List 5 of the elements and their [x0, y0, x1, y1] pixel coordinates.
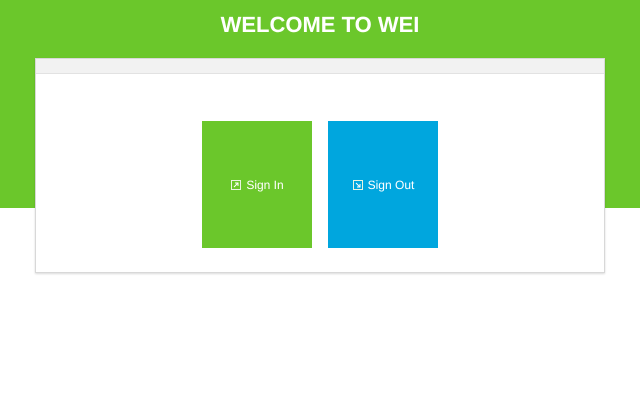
- arrow-box-icon: [352, 178, 364, 190]
- sign-out-button[interactable]: Sign Out: [328, 121, 438, 248]
- external-link-icon: [230, 178, 242, 190]
- sign-in-button[interactable]: Sign In: [202, 121, 312, 248]
- page-title: WELCOME TO WEI: [220, 12, 420, 38]
